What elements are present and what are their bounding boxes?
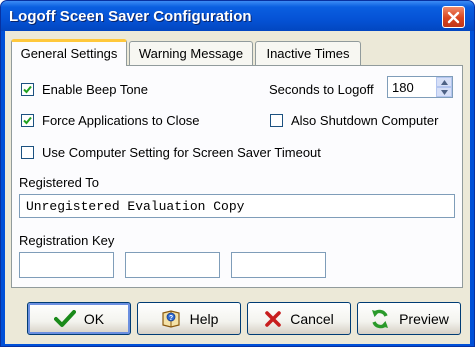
title-bar[interactable]: Logoff Sceen Saver Configuration: [1, 1, 474, 31]
registration-key-label: Registration Key: [19, 233, 115, 248]
tab-label: Warning Message: [138, 46, 244, 61]
close-button[interactable]: [442, 6, 465, 28]
svg-text:?: ?: [168, 315, 172, 322]
checkbox-box[interactable]: [270, 114, 283, 127]
registered-to-label: Registered To: [19, 175, 99, 190]
checkmark-icon: [23, 116, 32, 125]
spin-up-button[interactable]: [436, 77, 452, 87]
ok-label: OK: [83, 310, 105, 327]
window-title: Logoff Sceen Saver Configuration: [9, 8, 252, 25]
enable-beep-label: Enable Beep Tone: [42, 82, 149, 97]
registration-key-field-2[interactable]: [125, 252, 220, 278]
cancel-button[interactable]: Cancel: [247, 302, 351, 335]
arrow-down-icon: [440, 89, 448, 95]
close-icon: [447, 11, 460, 23]
use-computer-setting-label: Use Computer Setting for Screen Saver Ti…: [42, 145, 321, 160]
dialog-client-area: General Settings Warning Message Inactiv…: [5, 31, 470, 344]
help-button[interactable]: ? Help: [137, 302, 241, 335]
arrow-up-icon: [440, 79, 448, 85]
x-icon: [265, 310, 282, 327]
dialog-window: Logoff Sceen Saver Configuration General…: [0, 0, 475, 347]
force-close-checkbox[interactable]: Force Applications to Close: [21, 113, 200, 128]
refresh-icon: [372, 309, 389, 328]
tab-warning-message[interactable]: Warning Message: [129, 41, 253, 65]
seconds-to-logoff-spinner[interactable]: 180: [387, 76, 453, 98]
checkbox-box[interactable]: [21, 146, 34, 159]
cancel-label: Cancel: [290, 310, 334, 327]
preview-label: Preview: [399, 310, 449, 327]
checkbox-box[interactable]: [21, 83, 34, 96]
tab-inactive-times[interactable]: Inactive Times: [255, 41, 361, 65]
registered-to-field[interactable]: Unregistered Evaluation Copy: [19, 194, 455, 218]
tab-general-settings[interactable]: General Settings: [11, 39, 127, 66]
spin-down-button[interactable]: [436, 87, 452, 97]
tab-label: Inactive Times: [266, 46, 350, 61]
seconds-to-logoff-value[interactable]: 180: [392, 80, 414, 95]
checkmark-icon: [53, 309, 76, 327]
also-shutdown-label: Also Shutdown Computer: [291, 113, 439, 128]
seconds-to-logoff-label: Seconds to Logoff: [269, 82, 374, 97]
help-icon: ?: [161, 309, 180, 328]
ok-button[interactable]: OK: [27, 302, 131, 335]
tab-label: General Settings: [20, 46, 118, 61]
registration-key-field-3[interactable]: [231, 252, 326, 278]
checkbox-box[interactable]: [21, 114, 34, 127]
registration-key-field-1[interactable]: [19, 252, 114, 278]
also-shutdown-checkbox[interactable]: Also Shutdown Computer: [270, 113, 438, 128]
force-close-label: Force Applications to Close: [42, 113, 200, 128]
preview-button[interactable]: Preview: [357, 302, 461, 335]
enable-beep-checkbox[interactable]: Enable Beep Tone: [21, 82, 148, 97]
checkmark-icon: [23, 85, 32, 94]
use-computer-setting-checkbox[interactable]: Use Computer Setting for Screen Saver Ti…: [21, 145, 321, 160]
help-label: Help: [189, 310, 219, 327]
